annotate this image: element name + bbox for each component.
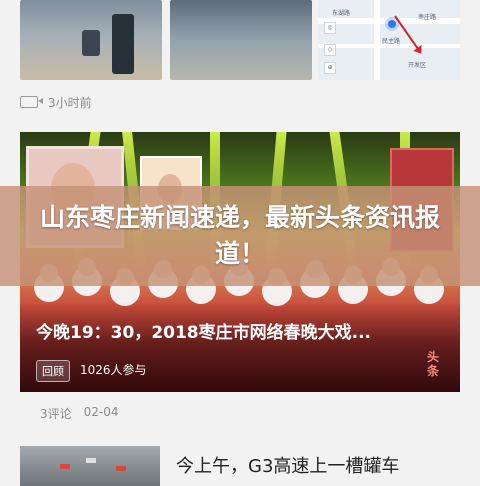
map-pin-icon (388, 20, 396, 28)
news-meta-row: 3小时前 (20, 92, 92, 112)
hero-title[interactable]: 今晚19：30，2018枣庄市网络春晚大戏... (36, 318, 450, 343)
map-control-icon[interactable]: ⊕ (324, 62, 336, 74)
map-road (374, 0, 380, 80)
news-meta-row: 3评论 02-04 (40, 405, 119, 422)
map-control-icon[interactable]: ◎ (324, 22, 336, 34)
headline-banner: 山东枣庄新闻速递，最新头条资讯报道！ (0, 186, 480, 286)
replay-tag: 回顾 (36, 360, 70, 382)
news-thumbnail-highway[interactable] (20, 446, 160, 486)
news-thumbnail-map[interactable]: 东湖路 枣庄路 民主路 开发区 ◎ ◇ ⊕ (318, 0, 460, 80)
person-figure (82, 30, 100, 56)
news-title[interactable]: 今上午，G3高速上一槽罐车 (176, 452, 399, 478)
caption-overlay (20, 302, 460, 392)
banner-title: 山东枣庄新闻速递，最新头条资讯报道！ (40, 203, 441, 268)
map-label: 民主路 (382, 38, 401, 45)
map-label: 东湖路 (332, 10, 351, 17)
vehicle (86, 458, 96, 463)
viewer-count: 1026人参与 (80, 363, 147, 377)
watermark-logo: 头条 (426, 350, 439, 378)
comment-count[interactable]: 3评论 (40, 405, 72, 422)
publish-time: 3小时前 (48, 95, 92, 110)
map-control-icon[interactable]: ◇ (324, 44, 336, 56)
map-label: 枣庄路 (418, 14, 437, 21)
news-feed: 东湖路 枣庄路 民主路 开发区 ◎ ◇ ⊕ 3小时前 今晚19：30，2018枣… (0, 0, 480, 486)
scrollbar[interactable] (474, 0, 478, 480)
vehicle (60, 464, 70, 469)
news-thumbnail-river[interactable] (170, 0, 312, 80)
person-figure (112, 14, 134, 74)
video-icon (20, 96, 43, 108)
vehicle (116, 466, 126, 471)
news-thumbnail-ice[interactable] (20, 0, 162, 80)
map-label: 开发区 (408, 62, 427, 69)
publish-date: 02-04 (83, 405, 119, 419)
